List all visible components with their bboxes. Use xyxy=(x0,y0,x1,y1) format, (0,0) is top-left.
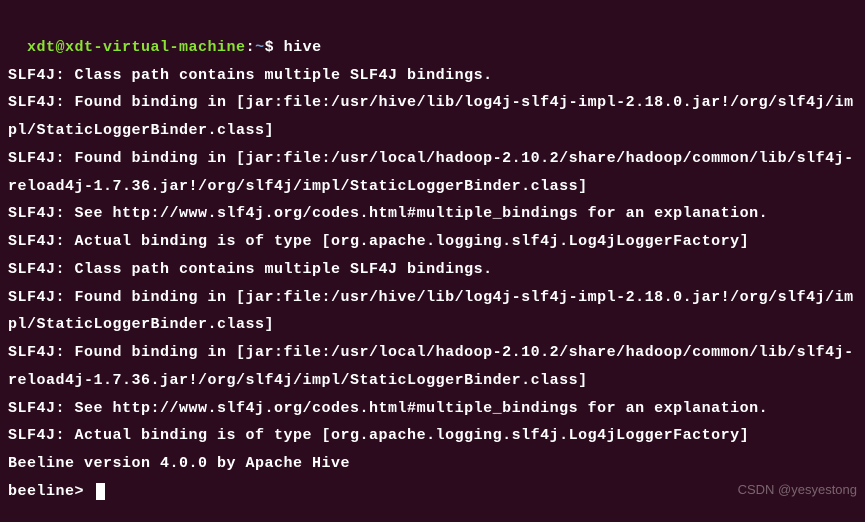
prompt-colon: : xyxy=(246,39,256,56)
output-line: SLF4J: Found binding in [jar:file:/usr/l… xyxy=(8,339,857,395)
watermark-text: CSDN @yesyestong xyxy=(738,478,857,502)
prompt-path: ~ xyxy=(255,39,265,56)
prompt-user-host: xdt@xdt-virtual-machine xyxy=(27,39,246,56)
output-line: SLF4J: Found binding in [jar:file:/usr/l… xyxy=(8,145,857,201)
output-line: SLF4J: Found binding in [jar:file:/usr/h… xyxy=(8,284,857,340)
command-text: hive xyxy=(284,39,322,56)
prompt-dollar: $ xyxy=(265,39,284,56)
prompt-line: xdt@xdt-virtual-machine:~$ hive xyxy=(27,39,322,56)
cursor-icon xyxy=(96,483,105,500)
output-line: SLF4J: Found binding in [jar:file:/usr/h… xyxy=(8,89,857,145)
output-line: SLF4J: Actual binding is of type [org.ap… xyxy=(8,422,857,450)
output-line: Beeline version 4.0.0 by Apache Hive xyxy=(8,450,857,478)
output-line: SLF4J: Class path contains multiple SLF4… xyxy=(8,256,857,284)
output-line: SLF4J: See http://www.slf4j.org/codes.ht… xyxy=(8,395,857,423)
output-line: SLF4J: See http://www.slf4j.org/codes.ht… xyxy=(8,200,857,228)
beeline-prompt-text: beeline> xyxy=(8,483,94,500)
terminal-output[interactable]: xdt@xdt-virtual-machine:~$ hive SLF4J: C… xyxy=(8,6,857,506)
output-line: SLF4J: Class path contains multiple SLF4… xyxy=(8,62,857,90)
output-line: SLF4J: Actual binding is of type [org.ap… xyxy=(8,228,857,256)
beeline-prompt: beeline> xyxy=(8,483,105,500)
